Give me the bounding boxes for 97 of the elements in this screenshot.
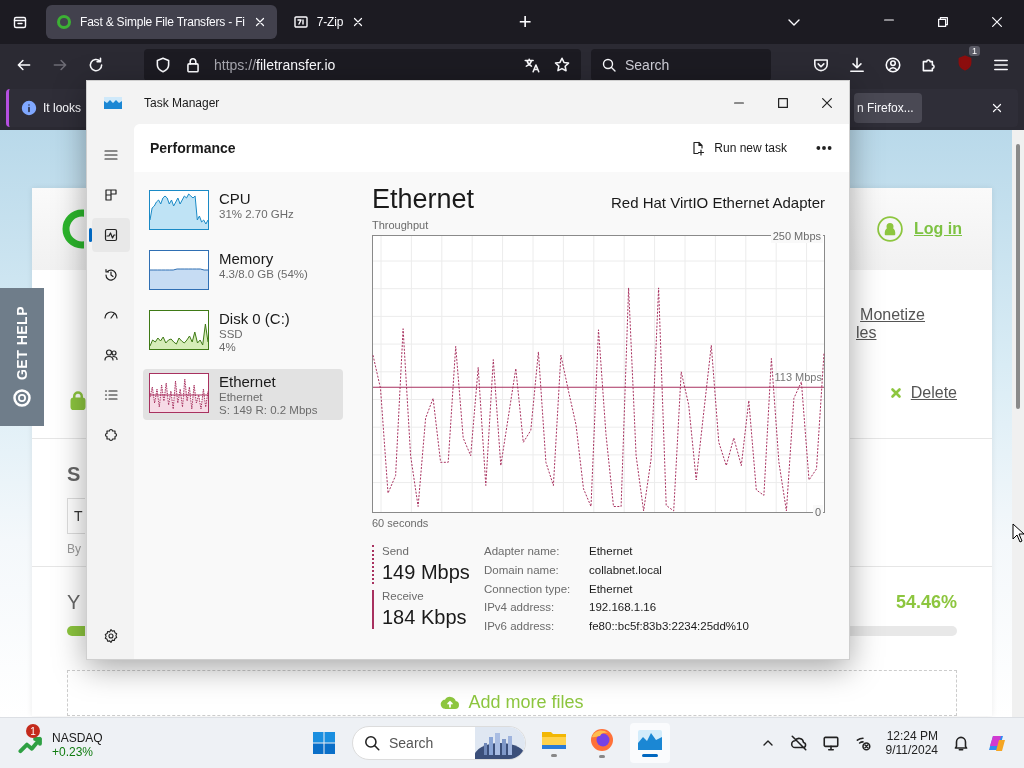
reload-icon[interactable] bbox=[87, 55, 105, 74]
adapter-name: Red Hat VirtIO Ethernet Adapter bbox=[611, 194, 825, 211]
notification-badge: 1 bbox=[26, 724, 40, 738]
cursor-icon bbox=[1012, 523, 1024, 543]
extension-badge: 1 bbox=[969, 45, 980, 56]
usage-graph bbox=[149, 310, 209, 350]
browser-tab[interactable]: Fast & Simple File Transfers - Fi bbox=[46, 4, 277, 39]
address-bar[interactable]: https://filetransfer.io bbox=[144, 48, 581, 81]
logo-icon bbox=[62, 208, 84, 249]
device-item[interactable]: Memory 4.3/8.0 GB (54%) bbox=[143, 246, 343, 294]
chart-title: Throughput bbox=[372, 219, 429, 231]
new-tab-button[interactable]: + bbox=[518, 8, 532, 35]
download-icon[interactable] bbox=[848, 55, 866, 74]
close-icon[interactable] bbox=[990, 14, 1004, 29]
start-icon[interactable] bbox=[312, 731, 336, 755]
usage-graph bbox=[149, 250, 209, 290]
ring-icon bbox=[56, 13, 72, 30]
property-value: Ethernet bbox=[589, 582, 634, 597]
delete-link[interactable]: Delete bbox=[888, 383, 957, 402]
pulse-icon bbox=[102, 227, 119, 243]
lock-icon bbox=[184, 55, 202, 74]
firefox-button[interactable]: n Firefox... bbox=[854, 92, 922, 123]
device-title: Ethernet bbox=[372, 184, 475, 215]
search-icon bbox=[363, 734, 381, 752]
device-item[interactable]: Ethernet Ethernet S: 149 R: 0.2 Mbps bbox=[143, 369, 343, 420]
taskbar-search[interactable]: Search bbox=[352, 726, 526, 760]
clock-time: 12:24 PM bbox=[886, 729, 938, 743]
task-manager-icon bbox=[637, 729, 663, 751]
users-icon bbox=[102, 347, 119, 363]
property-value: collabnet.local bbox=[589, 563, 663, 578]
list-icon bbox=[102, 387, 119, 403]
time-span-label: 60 seconds bbox=[372, 517, 429, 529]
receive-label: Receive bbox=[382, 590, 425, 602]
star-icon[interactable] bbox=[553, 55, 571, 74]
account-icon[interactable] bbox=[884, 55, 902, 74]
run-task-button[interactable]: Run new task bbox=[684, 136, 793, 160]
reference-label: 113 Mbps bbox=[774, 371, 822, 384]
taskbar-app[interactable] bbox=[630, 723, 670, 763]
property-label: Connection type: bbox=[484, 582, 572, 597]
usage-graph bbox=[149, 373, 209, 413]
shield-icon bbox=[154, 55, 172, 74]
close-icon[interactable] bbox=[820, 95, 834, 110]
maximize-icon[interactable] bbox=[776, 95, 790, 110]
property-label: Domain name: bbox=[484, 563, 560, 578]
usage-graph bbox=[149, 190, 209, 230]
property-label: IPv4 address: bbox=[484, 601, 556, 616]
input-field[interactable]: T bbox=[67, 497, 85, 534]
files-link[interactable]: les bbox=[856, 323, 877, 342]
device-item[interactable]: CPU 31% 2.70 GHz bbox=[143, 186, 343, 234]
lock-icon bbox=[68, 389, 88, 410]
info-icon bbox=[21, 99, 37, 116]
grid-icon bbox=[102, 187, 119, 203]
stock-widget[interactable]: 1 NASDAQ +0.23% bbox=[14, 722, 107, 764]
monetize-link[interactable]: Monetize bbox=[860, 305, 925, 324]
firefox-icon bbox=[590, 728, 614, 752]
restore-icon[interactable] bbox=[936, 14, 950, 29]
notification-text: It looks bbox=[43, 100, 81, 115]
receive-value: 184 Kbps bbox=[382, 606, 468, 629]
task-manager-icon bbox=[104, 96, 122, 109]
nav-tab[interactable] bbox=[91, 218, 130, 252]
y-tick-label: 0 bbox=[812, 505, 823, 519]
property-value: 192.168.1.16 bbox=[589, 601, 658, 616]
new-task-icon bbox=[690, 140, 707, 156]
folder-icon bbox=[541, 729, 567, 751]
window-title: Task Manager bbox=[144, 95, 220, 110]
puzzle-icon bbox=[102, 427, 119, 443]
property-value: fe80::bc5f:83b3:2234:25dd%10 bbox=[589, 620, 749, 635]
history-icon bbox=[102, 267, 119, 283]
progress-fill bbox=[67, 625, 85, 636]
search-field[interactable]: Search bbox=[591, 48, 771, 81]
monitor-icon[interactable] bbox=[821, 734, 840, 752]
send-label: Send bbox=[382, 545, 410, 557]
property-value: Ethernet bbox=[589, 545, 634, 559]
property-label: IPv6 address: bbox=[484, 620, 556, 635]
cross-icon bbox=[888, 385, 903, 400]
settings-icon[interactable] bbox=[102, 628, 119, 644]
share-heading: S bbox=[67, 462, 81, 486]
ticker-change: +0.23% bbox=[52, 745, 95, 759]
lifebuoy-icon bbox=[12, 387, 32, 408]
search-icon bbox=[601, 56, 617, 73]
clock-date: 9/11/2024 bbox=[885, 743, 938, 757]
device-item[interactable]: Disk 0 (C:) SSD 4% bbox=[143, 306, 343, 357]
page-title: Performance bbox=[150, 140, 236, 156]
archive-icon bbox=[292, 13, 309, 30]
ticker-name: NASDAQ bbox=[52, 731, 103, 745]
help-tab[interactable]: GET HELP bbox=[0, 287, 44, 426]
note-text: By bbox=[67, 541, 81, 556]
y-tick-label: 250 Mbps bbox=[770, 229, 823, 243]
property-label: Adapter name: bbox=[484, 545, 561, 559]
progress-label: Y bbox=[67, 590, 81, 614]
bell-icon[interactable] bbox=[952, 734, 970, 752]
progress-percent: 54.46% bbox=[895, 591, 957, 613]
send-value: 149 Mbps bbox=[382, 561, 471, 584]
browser-tab[interactable]: 7-Zip bbox=[282, 4, 503, 39]
cloud-off-icon[interactable] bbox=[789, 734, 808, 752]
user-circle-icon bbox=[876, 214, 904, 243]
scrollbar[interactable] bbox=[1012, 129, 1024, 718]
